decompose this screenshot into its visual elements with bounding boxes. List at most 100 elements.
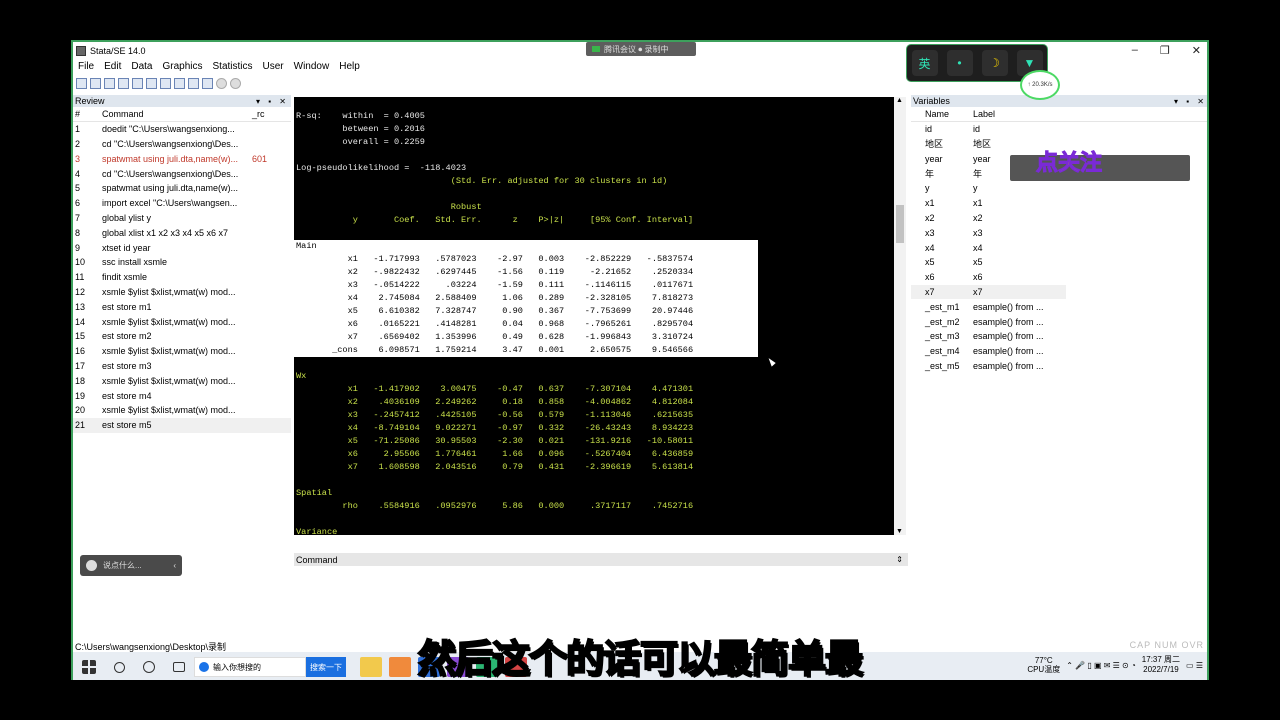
review-title-bar: Review ▾ ▪ ✕	[73, 95, 291, 107]
variable-row[interactable]: x6 x6	[911, 270, 1207, 285]
review-cell-c: xtset id year	[102, 242, 151, 253]
dots-icon[interactable]: •	[946, 50, 973, 76]
review-cell-c: est store m4	[102, 390, 152, 401]
menu-data[interactable]: Data	[126, 61, 157, 75]
ime-toggle[interactable]: 英	[911, 50, 938, 76]
review-row[interactable]: 7 global ylist y	[73, 211, 291, 226]
review-row[interactable]: 12 xsmle $ylist $xlist,wmat(w) mod...	[73, 285, 291, 300]
menu-window[interactable]: Window	[289, 61, 335, 75]
review-row[interactable]: 4 cd "C:\Users\wangsenxiong\Des...	[73, 166, 291, 181]
variable-row[interactable]: _est_m5 esample() from ...	[911, 359, 1207, 374]
review-row[interactable]: 13 est store m1	[73, 299, 291, 314]
variables-pane-controls[interactable]: ▾ ▪ ✕	[1174, 97, 1207, 106]
variable-row[interactable]: _est_m1 esample() from ...	[911, 299, 1207, 314]
review-row[interactable]: 6 import excel "C:\Users\wangsen...	[73, 196, 291, 211]
review-row[interactable]: 8 global xlist x1 x2 x3 x4 x5 x6 x7	[73, 225, 291, 240]
variable-row[interactable]: x2 x2	[911, 211, 1207, 226]
variable-name: x5	[925, 257, 935, 268]
graph-icon[interactable]	[146, 78, 157, 89]
minimize-button[interactable]: –	[1132, 44, 1138, 57]
variable-row[interactable]: x3 x3	[911, 225, 1207, 240]
variable-row[interactable]: x4 x4	[911, 240, 1207, 255]
review-cell-n: 10	[75, 257, 86, 268]
pane-controls[interactable]: ▾ ▪ ✕	[256, 97, 291, 106]
variable-label: x3	[973, 227, 983, 238]
break-icon[interactable]	[230, 78, 241, 89]
menu-edit[interactable]: Edit	[99, 61, 126, 75]
variable-label: id	[973, 124, 981, 135]
chat-input[interactable]: 说点什么... ‹	[80, 555, 182, 576]
review-row[interactable]: 5 spatwmat using juli.dta,name(w)...	[73, 181, 291, 196]
col-rc-header[interactable]: _rc	[252, 109, 282, 119]
results-line: x5 -71.25086 30.95503 -2.30 0.021 -131.9…	[296, 436, 694, 446]
variable-row[interactable]: id id	[911, 122, 1207, 137]
variable-row[interactable]: _est_m3 esample() from ...	[911, 329, 1207, 344]
moon-icon[interactable]: ☽	[981, 50, 1008, 76]
col-command-header[interactable]: Command	[102, 109, 252, 119]
menu-help[interactable]: Help	[334, 61, 365, 75]
variables-manager-icon[interactable]	[202, 78, 213, 89]
review-row[interactable]: 15 est store m2	[73, 329, 291, 344]
variable-row[interactable]: x7 x7	[911, 284, 1066, 300]
scroll-up-icon[interactable]: ▲	[896, 97, 903, 104]
print-icon[interactable]	[104, 78, 115, 89]
results-scrollbar[interactable]: ▲ ▼	[894, 97, 906, 535]
variables-title: Variables	[913, 96, 950, 106]
scroll-down-icon[interactable]: ▼	[896, 528, 903, 535]
meeting-recording-badge[interactable]: 腾讯会议 ⏺ 录制中	[586, 42, 696, 56]
variable-row[interactable]: x5 x5	[911, 255, 1207, 270]
data-browser-icon[interactable]	[188, 78, 199, 89]
open-icon[interactable]	[76, 78, 87, 89]
review-row[interactable]: 11 findit xsmle	[73, 270, 291, 285]
command-pane-control[interactable]: ⇕	[896, 555, 908, 564]
menu-file[interactable]: File	[73, 61, 99, 75]
variable-name: x1	[925, 198, 935, 209]
toolbar	[76, 78, 241, 92]
variable-name: x3	[925, 227, 935, 238]
review-row[interactable]: 19 est store m4	[73, 388, 291, 403]
col-name-header[interactable]: Name	[911, 109, 973, 119]
results-line: Wx	[296, 371, 307, 381]
log-icon[interactable]	[118, 78, 129, 89]
results-line: y Coef. Std. Err. z P>|z| [95% Conf. Int…	[296, 215, 694, 225]
review-row[interactable]: 20 xsmle $ylist $xlist,wmat(w) mod...	[73, 403, 291, 418]
variable-label: x5	[973, 257, 983, 268]
data-editor-icon[interactable]	[174, 78, 185, 89]
variable-label: esample() from ...	[973, 331, 1044, 342]
review-row[interactable]: 2 cd "C:\Users\wangsenxiong\Des...	[73, 137, 291, 152]
results-line: x3 -.2457412 .4425105 -0.56 0.579 -1.113…	[296, 410, 694, 420]
variable-row[interactable]: x1 x1	[911, 196, 1207, 211]
variable-label: esample() from ...	[973, 316, 1044, 327]
variable-row[interactable]: _est_m2 esample() from ...	[911, 314, 1207, 329]
review-row[interactable]: 1 doedit "C:\Users\wangsenxiong...	[73, 122, 291, 137]
review-row[interactable]: 10 ssc install xsmle	[73, 255, 291, 270]
more-icon[interactable]	[216, 78, 227, 89]
review-row[interactable]: 9 xtset id year	[73, 240, 291, 255]
close-button[interactable]: ✕	[1192, 44, 1201, 57]
review-cell-c: doedit "C:\Users\wangsenxiong...	[102, 124, 235, 135]
variable-row[interactable]: yy	[911, 181, 1207, 196]
restore-button[interactable]: ❐	[1160, 44, 1170, 57]
menu-user[interactable]: User	[258, 61, 289, 75]
col-label-header[interactable]: Label	[973, 109, 1063, 119]
chevron-left-icon[interactable]: ‹	[173, 561, 182, 570]
do-file-editor-icon[interactable]	[160, 78, 171, 89]
review-row[interactable]: 17 est store m3	[73, 359, 291, 374]
scroll-thumb[interactable]	[896, 205, 904, 243]
review-cell-c: xsmle $ylist $xlist,wmat(w) mod...	[102, 405, 236, 416]
variable-row[interactable]: _est_m4 esample() from ...	[911, 344, 1207, 359]
network-meter: ↑ 20.3K/s	[1020, 70, 1060, 100]
review-row[interactable]: 18 xsmle $ylist $xlist,wmat(w) mod...	[73, 373, 291, 388]
review-cell-n: 6	[75, 198, 81, 209]
review-row[interactable]: 21 est store m5	[73, 417, 291, 433]
review-cell-n: 5	[75, 183, 81, 194]
save-icon[interactable]	[90, 78, 101, 89]
review-cell-c: spatwmat using juli.dta,name(w)...	[102, 153, 239, 164]
review-row[interactable]: 16 xsmle $ylist $xlist,wmat(w) mod...	[73, 344, 291, 359]
col-num-header[interactable]: #	[73, 109, 102, 119]
review-row[interactable]: 3 spatwmat using juli.dta,name(w)... 601	[73, 151, 291, 166]
menu-statistics[interactable]: Statistics	[208, 61, 258, 75]
review-row[interactable]: 14 xsmle $ylist $xlist,wmat(w) mod...	[73, 314, 291, 329]
viewer-icon[interactable]	[132, 78, 143, 89]
menu-graphics[interactable]: Graphics	[157, 61, 207, 75]
